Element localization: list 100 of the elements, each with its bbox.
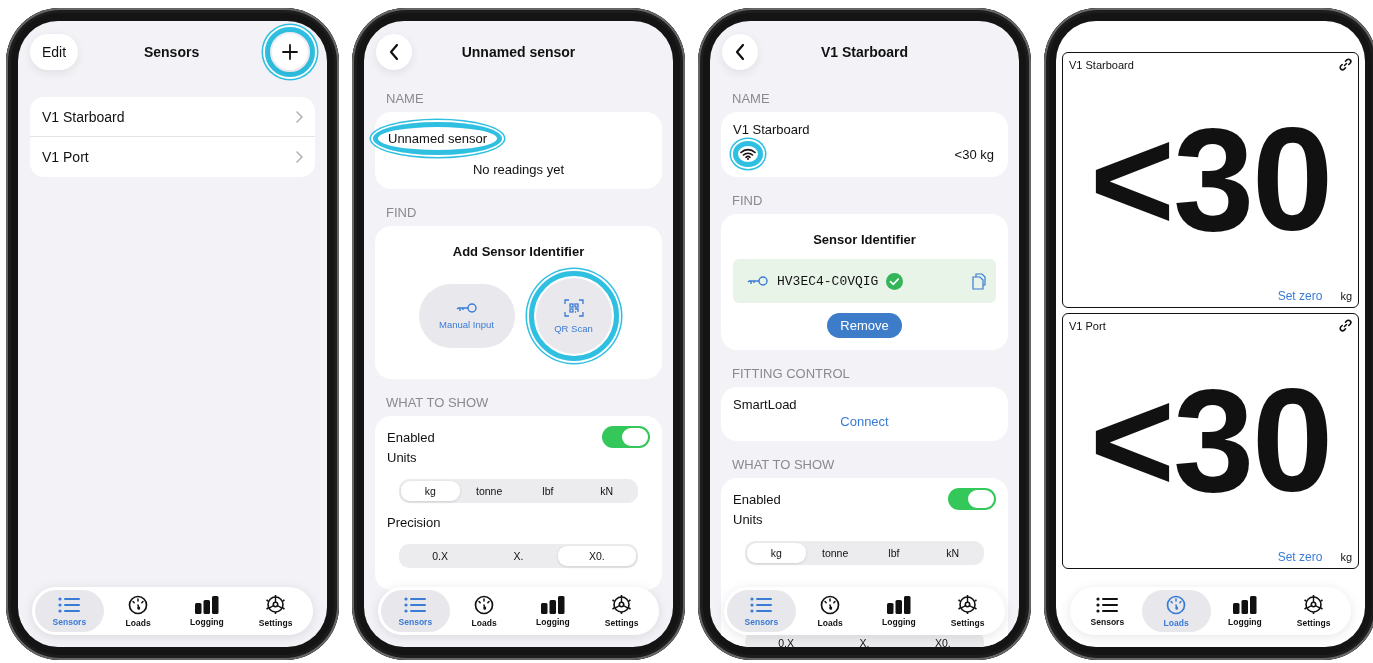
units-label: Units	[733, 512, 764, 527]
key-icon	[747, 275, 769, 287]
list-icon	[404, 595, 427, 614]
screen-title: Unnamed sensor	[460, 44, 577, 60]
gauge-icon	[820, 594, 841, 615]
sensor-name: V1 Starboard	[1069, 58, 1134, 71]
segment-option[interactable]: lbf	[864, 543, 924, 563]
add-button[interactable]	[272, 34, 308, 70]
enabled-label: Enabled	[733, 491, 781, 507]
screen-title: V1 Starboard	[819, 44, 910, 60]
precision-label: Precision	[387, 515, 442, 530]
wifi-icon	[740, 148, 756, 160]
gauge-icon	[128, 594, 149, 615]
tab-button[interactable]: Logging	[518, 590, 588, 632]
segment-option[interactable]: 0.X	[747, 633, 826, 647]
segment-option[interactable]: kg	[401, 481, 460, 501]
back-button[interactable]	[376, 34, 412, 70]
segment-option[interactable]: lbf	[518, 481, 578, 501]
bar-chart-icon	[1232, 595, 1257, 614]
tab-button[interactable]: Loads	[795, 590, 865, 632]
identifier-text: HV3EC4-C0VQIG	[777, 273, 879, 289]
section-header: FIND	[386, 205, 418, 220]
gauge-icon	[1166, 594, 1187, 615]
tab-button[interactable]: Logging	[1210, 590, 1280, 632]
segment-option[interactable]: tonne	[459, 481, 519, 501]
key-icon	[455, 302, 478, 314]
tab-button[interactable]: Logging	[864, 590, 934, 632]
gauge-icon	[474, 594, 495, 615]
set-zero-link[interactable]: Set zero	[1277, 550, 1323, 564]
card-title: Add Sensor Identifier	[451, 244, 586, 259]
qr-code-icon	[563, 298, 584, 318]
unit-label: kg	[1340, 551, 1352, 563]
tab-button[interactable]: Logging	[172, 590, 242, 632]
tab-button[interactable]: Settings	[241, 590, 310, 632]
sensor-name: V1 Port	[1069, 319, 1106, 332]
tab-button[interactable]: Settings	[1279, 590, 1348, 632]
fitting-label: SmartLoad	[733, 397, 798, 412]
bar-chart-icon	[886, 595, 911, 614]
section-header: WHAT TO SHOW	[386, 395, 490, 410]
settings-icon	[1303, 594, 1325, 615]
tab-button[interactable]: Sensors	[35, 590, 104, 632]
settings-icon	[611, 594, 633, 615]
sensor-list-item[interactable]: V1 Port	[30, 137, 315, 177]
connect-link[interactable]: Connect	[840, 414, 889, 429]
list-icon	[1096, 595, 1119, 614]
chevron-left-icon	[734, 43, 746, 61]
copy-icon[interactable]	[972, 272, 986, 290]
section-header: WHAT TO SHOW	[732, 457, 836, 472]
unit-label: kg	[1340, 290, 1352, 302]
edit-button[interactable]: Edit	[30, 34, 79, 70]
plus-icon	[281, 43, 299, 61]
tab-button[interactable]: Settings	[933, 590, 1002, 632]
set-zero-link[interactable]: Set zero	[1277, 289, 1323, 303]
chevron-right-icon	[295, 151, 303, 163]
manual-input-button[interactable]: Manual Input	[418, 284, 515, 348]
sensor-name: Unnamed sensor	[388, 131, 487, 146]
chevron-left-icon	[388, 43, 400, 61]
chevron-right-icon	[295, 110, 303, 123]
settings-icon	[957, 594, 979, 615]
section-header: NAME	[386, 91, 425, 106]
segment-option[interactable]: tonne	[805, 543, 865, 563]
bar-chart-icon	[540, 595, 565, 614]
enabled-toggle[interactable]	[948, 488, 996, 510]
segment-option[interactable]: X0.	[903, 633, 982, 647]
link-icon[interactable]	[1339, 58, 1352, 71]
segment-option[interactable]: 0.X	[401, 546, 480, 566]
enabled-toggle[interactable]	[602, 426, 650, 448]
tab-button[interactable]: Loads	[449, 590, 519, 632]
tab-button[interactable]: Loads	[1141, 590, 1211, 632]
bar-chart-icon	[194, 595, 219, 614]
qr-scan-button[interactable]: QR Scan	[535, 278, 612, 354]
tab-button[interactable]: Loads	[103, 590, 173, 632]
tab-button[interactable]: Sensors	[1073, 590, 1142, 632]
units-label: Units	[387, 450, 418, 465]
segment-option[interactable]: kN	[923, 543, 982, 563]
back-button[interactable]	[722, 34, 758, 70]
settings-icon	[265, 594, 287, 615]
card-title: Sensor Identifier	[812, 232, 917, 247]
section-header: FITTING CONTROL	[732, 366, 851, 381]
sensor-name: V1 Starboard	[733, 122, 810, 137]
segment-option[interactable]: kN	[577, 481, 636, 501]
list-icon	[750, 595, 773, 614]
enabled-label: Enabled	[387, 429, 435, 445]
screen-title: Sensors	[142, 44, 201, 60]
tab-button[interactable]: Sensors	[727, 590, 796, 632]
sensor-list-item[interactable]: V1 Starboard	[30, 97, 315, 137]
tab-button[interactable]: Settings	[587, 590, 656, 632]
sensor-reading: <30 kg	[953, 146, 995, 162]
sensor-reading: No readings yet	[471, 161, 566, 177]
segment-option[interactable]: kg	[747, 543, 806, 563]
section-header: NAME	[732, 91, 771, 106]
segment-option[interactable]: X.	[479, 546, 558, 566]
segment-option[interactable]: X0.	[557, 546, 636, 566]
segment-option[interactable]: X.	[825, 633, 904, 647]
section-header: FIND	[732, 193, 764, 208]
link-icon[interactable]	[1339, 319, 1352, 332]
list-icon	[58, 595, 81, 614]
remove-button[interactable]: Remove	[827, 313, 902, 338]
load-value: <30	[1089, 107, 1332, 253]
tab-button[interactable]: Sensors	[381, 590, 450, 632]
